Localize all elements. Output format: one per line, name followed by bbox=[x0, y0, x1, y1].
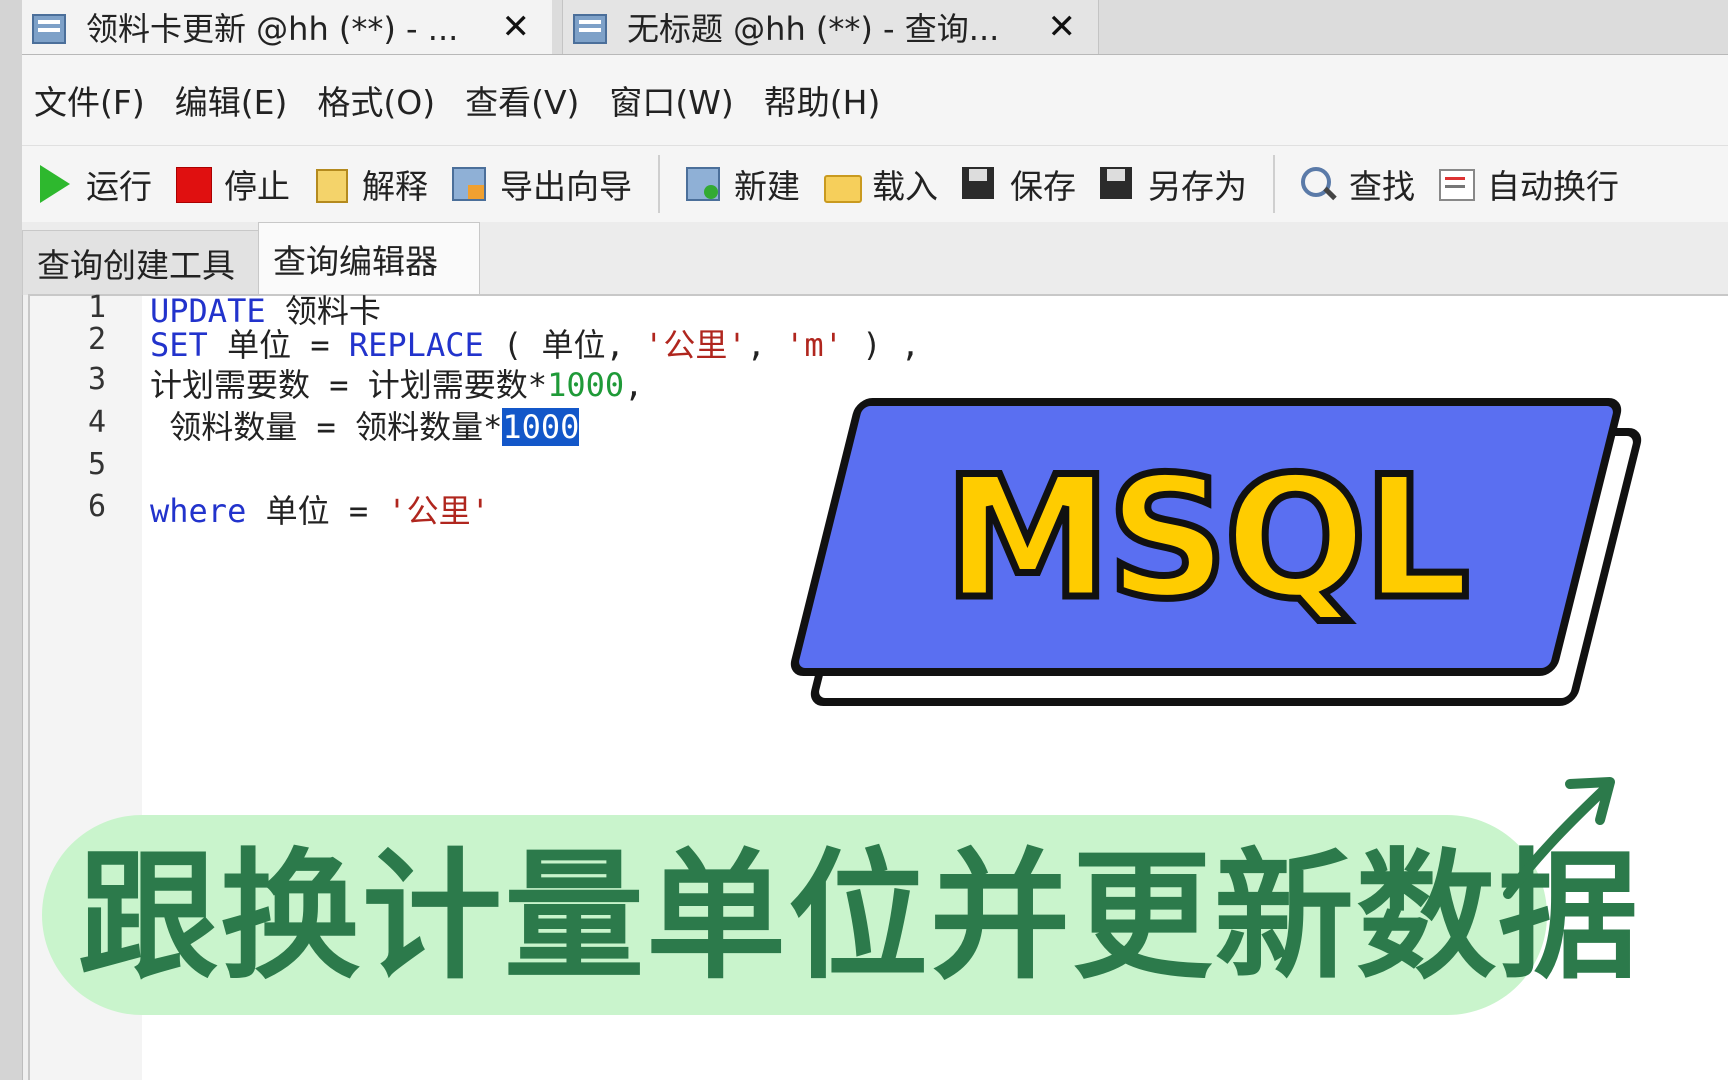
window-tab-bar: 领料卡更新 @hh (**) - ... ✕ 无标题 @hh (**) - 查询… bbox=[22, 0, 1728, 55]
code-line-3: 计划需要数 = 计划需要数*1000, bbox=[150, 360, 643, 406]
selected-text[interactable]: 1000 bbox=[502, 408, 580, 446]
query-table-icon bbox=[30, 10, 70, 44]
window-tab-active[interactable]: 领料卡更新 @hh (**) - ... ✕ bbox=[22, 0, 552, 54]
window-tab-untitled[interactable]: 无标题 @hh (**) - 查询... ✕ bbox=[562, 0, 1099, 54]
menu-edit[interactable]: 编辑(E) bbox=[175, 76, 288, 124]
sql-text: 单位 = bbox=[246, 492, 388, 530]
menu-format[interactable]: 格式(O) bbox=[317, 76, 435, 124]
sql-string: '公里' bbox=[644, 326, 747, 364]
menu-view[interactable]: 查看(V) bbox=[465, 76, 579, 124]
word-wrap-button[interactable]: 自动换行 bbox=[1437, 160, 1619, 208]
sql-text: 单位 = bbox=[207, 326, 349, 364]
line-number: 5 bbox=[87, 447, 106, 482]
arrow-icon bbox=[1503, 777, 1615, 899]
menu-file[interactable]: 文件(F) bbox=[34, 76, 145, 124]
run-label: 运行 bbox=[86, 167, 152, 206]
code-line-4: 领料数量 = 领料数量*1000 bbox=[150, 402, 580, 448]
code-line-6: where 单位 = '公里' bbox=[150, 486, 490, 532]
run-button[interactable]: 运行 bbox=[36, 160, 152, 208]
line-number: 2 bbox=[87, 322, 106, 357]
export-label: 导出向导 bbox=[500, 167, 632, 206]
left-edge bbox=[0, 0, 23, 1080]
sql-text: 领料数量 = 领料数量* bbox=[150, 408, 503, 446]
line-number: 4 bbox=[87, 405, 106, 440]
tab-query-editor[interactable]: 查询编辑器 bbox=[258, 222, 480, 295]
explain-icon bbox=[312, 165, 350, 203]
menu-help[interactable]: 帮助(H) bbox=[764, 76, 881, 124]
search-icon bbox=[1299, 165, 1337, 203]
floppy-disk-icon bbox=[960, 165, 998, 203]
stop-icon bbox=[174, 165, 212, 203]
sql-text: , bbox=[746, 326, 786, 364]
badge-title: MSQL bbox=[940, 437, 1473, 640]
line-number: 1 bbox=[87, 290, 106, 325]
word-wrap-label: 自动换行 bbox=[1487, 167, 1619, 206]
stop-label: 停止 bbox=[224, 167, 290, 206]
explain-button[interactable]: 解释 bbox=[312, 160, 428, 208]
folder-icon bbox=[822, 165, 862, 203]
caption-title: 跟换计量单位并更新数据 bbox=[78, 836, 1641, 999]
close-icon[interactable]: ✕ bbox=[1048, 7, 1077, 47]
play-icon bbox=[36, 165, 74, 203]
sql-text: , bbox=[624, 366, 644, 404]
window-tab-label: 领料卡更新 @hh (**) - ... bbox=[86, 10, 459, 48]
explain-label: 解释 bbox=[362, 167, 428, 206]
load-label: 载入 bbox=[872, 167, 938, 206]
window-tab-label: 无标题 @hh (**) - 查询... bbox=[627, 10, 1000, 48]
toolbar: 运行 停止 解释 导出向导 新建 载入 保存 另存为 查找 自动换行 bbox=[22, 145, 1728, 223]
toolbar-separator bbox=[658, 155, 660, 213]
menu-window[interactable]: 窗口(W) bbox=[609, 76, 733, 124]
sql-string: '公里' bbox=[387, 492, 490, 530]
sql-string: 'm' bbox=[785, 326, 843, 364]
query-table-icon bbox=[571, 10, 611, 44]
line-number: 6 bbox=[87, 489, 106, 524]
line-number: 3 bbox=[87, 362, 106, 397]
save-as-icon bbox=[1098, 165, 1136, 203]
save-as-button[interactable]: 另存为 bbox=[1098, 160, 1247, 208]
new-query-icon bbox=[684, 165, 722, 203]
find-button[interactable]: 查找 bbox=[1299, 160, 1415, 208]
menu-bar: 文件(F) 编辑(E) 格式(O) 查看(V) 窗口(W) 帮助(H) bbox=[22, 55, 1728, 145]
save-as-label: 另存为 bbox=[1148, 167, 1247, 206]
load-button[interactable]: 载入 bbox=[822, 160, 938, 208]
save-button[interactable]: 保存 bbox=[960, 160, 1076, 208]
sql-keyword: where bbox=[150, 492, 247, 530]
new-button[interactable]: 新建 bbox=[684, 160, 800, 208]
find-label: 查找 bbox=[1349, 167, 1415, 206]
toolbar-separator bbox=[1273, 155, 1275, 213]
save-label: 保存 bbox=[1010, 167, 1076, 206]
stop-button[interactable]: 停止 bbox=[174, 160, 290, 208]
sql-text: 计划需要数 = 计划需要数* bbox=[150, 366, 548, 404]
sql-text: ( 单位, bbox=[483, 326, 645, 364]
sql-number: 1000 bbox=[547, 366, 625, 404]
export-icon bbox=[450, 165, 488, 203]
export-wizard-button[interactable]: 导出向导 bbox=[450, 160, 632, 208]
sql-keyword: REPLACE bbox=[348, 326, 484, 364]
sql-text: ) , bbox=[842, 326, 921, 364]
sql-keyword: SET bbox=[150, 326, 208, 364]
editor-tab-bar: 查询创建工具 查询编辑器 bbox=[22, 222, 1728, 295]
word-wrap-icon bbox=[1437, 165, 1475, 203]
new-label: 新建 bbox=[734, 167, 800, 206]
close-icon[interactable]: ✕ bbox=[502, 7, 531, 47]
